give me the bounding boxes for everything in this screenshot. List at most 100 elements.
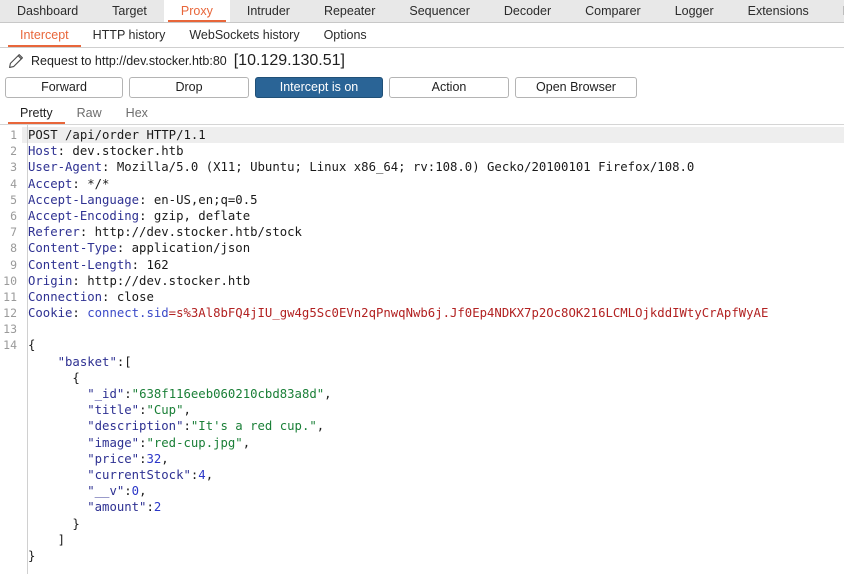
drop-button[interactable]: Drop xyxy=(129,76,249,98)
code-token: : 162 xyxy=(131,257,169,272)
code-token: } xyxy=(28,516,80,531)
editor-tab-pretty[interactable]: Pretty xyxy=(8,101,65,124)
code-token: "__v" xyxy=(87,484,125,499)
code-token: 2 xyxy=(153,500,162,515)
code-token: "description" xyxy=(87,419,184,434)
code-token: : http://dev.stocker.htb/stock xyxy=(79,225,302,240)
code-token: , xyxy=(242,435,251,450)
code-token: } xyxy=(28,548,36,563)
code-token: { xyxy=(28,370,80,385)
code-token: s%3Al8bFQ4jIU_gw4g5Sc0EVn2qPnwqNwb6j.Jf0… xyxy=(176,306,769,321)
line-number: 9 xyxy=(0,256,22,273)
code-token: "basket" xyxy=(57,354,117,369)
sub-tab-http-history[interactable]: HTTP history xyxy=(81,23,178,47)
code-line: "price":32, xyxy=(0,450,844,467)
code-token: 4 xyxy=(198,467,206,482)
main-tab-decoder[interactable]: Decoder xyxy=(487,0,568,22)
code-token: = xyxy=(168,306,177,321)
main-tab-label: Decoder xyxy=(503,4,552,18)
code-line-text: { xyxy=(22,370,844,386)
code-token: { xyxy=(28,338,36,353)
code-token: , xyxy=(205,467,214,482)
code-line: 2 Host: dev.stocker.htb xyxy=(0,143,844,160)
pencil-icon xyxy=(8,53,24,69)
proxy-sub-tab-bar: Intercept HTTP history WebSockets history O… xyxy=(0,23,844,48)
code-token: Content-Length xyxy=(28,257,132,272)
code-line-text: Accept-Language: en-US,en;q=0.5 xyxy=(22,192,844,208)
main-tab-label: Comparer xyxy=(585,4,641,18)
code-token: ] xyxy=(28,532,66,547)
code-token: Referer xyxy=(28,225,80,240)
line-number: 10 xyxy=(0,272,22,289)
main-tab-extensions[interactable]: Extensions xyxy=(731,0,826,22)
code-line-text: } xyxy=(22,548,844,564)
action-button[interactable]: Action xyxy=(389,76,509,98)
code-line-text xyxy=(22,321,844,337)
line-number xyxy=(0,466,22,484)
main-tab-label: Dashboard xyxy=(17,4,79,18)
main-tab-label: Sequencer xyxy=(409,4,470,18)
code-token: : en-US,en;q=0.5 xyxy=(139,192,258,207)
code-line: "description":"It's a red cup.", xyxy=(0,418,844,435)
code-line: 3 User-Agent: Mozilla/5.0 (X11; Ubuntu; L… xyxy=(0,159,844,176)
code-line: 11 Connection: close xyxy=(0,288,844,306)
main-tab-label: Intruder xyxy=(246,4,290,18)
editor-tab-label: Hex xyxy=(125,105,148,120)
line-number: 3 xyxy=(0,159,22,176)
code-line-text: Host: dev.stocker.htb xyxy=(22,143,844,159)
sub-tab-label: HTTP history xyxy=(92,28,166,42)
code-token: "amount" xyxy=(87,500,147,515)
request-editor[interactable]: 1 POST /api/order HTTP/1.1 2 Host: dev.stoc… xyxy=(0,125,844,574)
code-line: "image":"red-cup.jpg", xyxy=(0,434,844,451)
sub-tab-label: Options xyxy=(323,28,367,42)
code-line-text: User-Agent: Mozilla/5.0 (X11; Ubuntu; Li… xyxy=(22,159,844,175)
request-target-ip: [10.129.130.51] xyxy=(233,51,345,69)
main-tab-dashboard[interactable]: Dashboard xyxy=(0,0,95,22)
main-tab-logger[interactable]: Logger xyxy=(658,0,731,22)
intercept-toggle-button[interactable]: Intercept is on xyxy=(255,76,383,98)
line-number: 5 xyxy=(0,191,22,208)
code-line: 4 Accept: */* xyxy=(0,175,844,192)
main-tab-le[interactable]: Le xyxy=(826,0,844,22)
code-line: 8 Content-Type: application/json xyxy=(0,240,844,257)
editor-tab-hex[interactable]: Hex xyxy=(114,101,160,124)
code-token: : gzip, deflate xyxy=(139,208,251,223)
code-line-text: Accept-Encoding: gzip, deflate xyxy=(22,208,844,224)
code-line-text: Origin: http://dev.stocker.htb xyxy=(22,273,844,289)
main-tab-proxy[interactable]: Proxy xyxy=(163,0,230,22)
code-token: POST /api/order HTTP/1.1 xyxy=(28,128,206,142)
code-line: "basket":[ xyxy=(0,353,844,370)
code-line-text: Content-Length: 162 xyxy=(22,257,844,273)
code-token: "price" xyxy=(87,451,140,466)
open-browser-button[interactable]: Open Browser xyxy=(515,76,637,98)
editor-tab-raw[interactable]: Raw xyxy=(65,101,114,124)
line-number xyxy=(0,434,22,451)
main-tab-repeater[interactable]: Repeater xyxy=(307,0,392,22)
code-line-text: "_id":"638f116eeb060210cbd83a8d", xyxy=(22,386,844,402)
main-tab-target[interactable]: Target xyxy=(95,0,164,22)
main-tab-bar: Dashboard Target Proxy Intruder Repeater Sequ… xyxy=(0,0,844,23)
sub-tab-intercept[interactable]: Intercept xyxy=(8,23,81,47)
line-number xyxy=(0,499,22,516)
line-number: 7 xyxy=(0,224,22,241)
main-tab-intruder[interactable]: Intruder xyxy=(230,0,307,22)
sub-tab-websockets-history[interactable]: WebSockets history xyxy=(177,23,311,47)
code-line: 7 Referer: http://dev.stocker.htb/stock xyxy=(0,224,844,241)
sub-tab-options[interactable]: Options xyxy=(312,23,379,47)
editor-tab-label: Raw xyxy=(76,105,102,120)
code-line-text: Cookie: connect.sid=s%3Al8bFQ4jIU_gw4g5S… xyxy=(22,305,844,321)
line-number xyxy=(0,369,22,386)
main-tab-comparer[interactable]: Comparer xyxy=(568,0,658,22)
main-tab-sequencer[interactable]: Sequencer xyxy=(392,0,486,22)
forward-button[interactable]: Forward xyxy=(5,76,123,98)
code-line-text: "amount":2 xyxy=(22,499,844,515)
code-token: Host xyxy=(28,144,58,159)
code-token: : Mozilla/5.0 (X11; Ubuntu; Linux x86_64… xyxy=(102,160,695,175)
line-number xyxy=(0,450,22,467)
code-token: Accept-Encoding xyxy=(28,208,140,223)
